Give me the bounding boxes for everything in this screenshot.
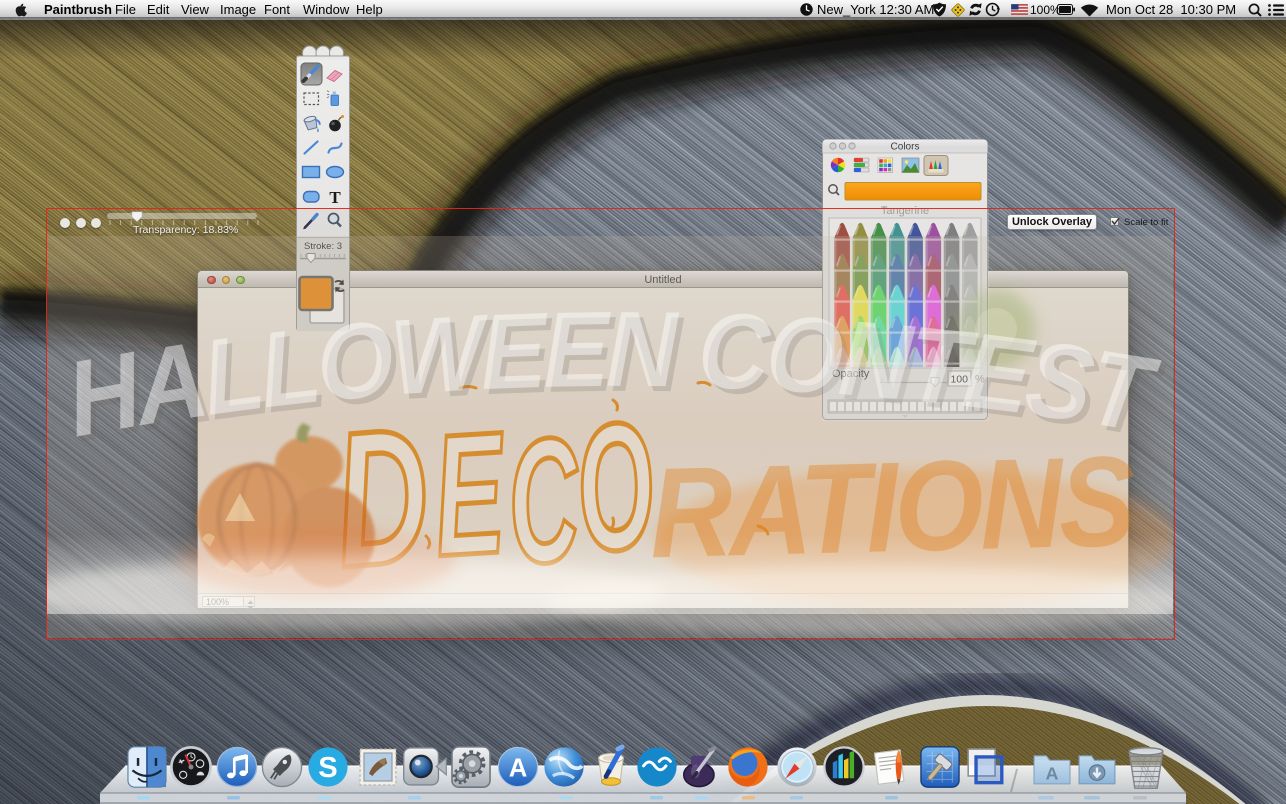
svg-text:Colors: Colors: [891, 142, 920, 153]
svg-text:S: S: [318, 752, 337, 784]
svg-text:A: A: [509, 755, 528, 783]
svg-text:A: A: [1046, 763, 1059, 783]
svg-text:T: T: [329, 188, 341, 207]
